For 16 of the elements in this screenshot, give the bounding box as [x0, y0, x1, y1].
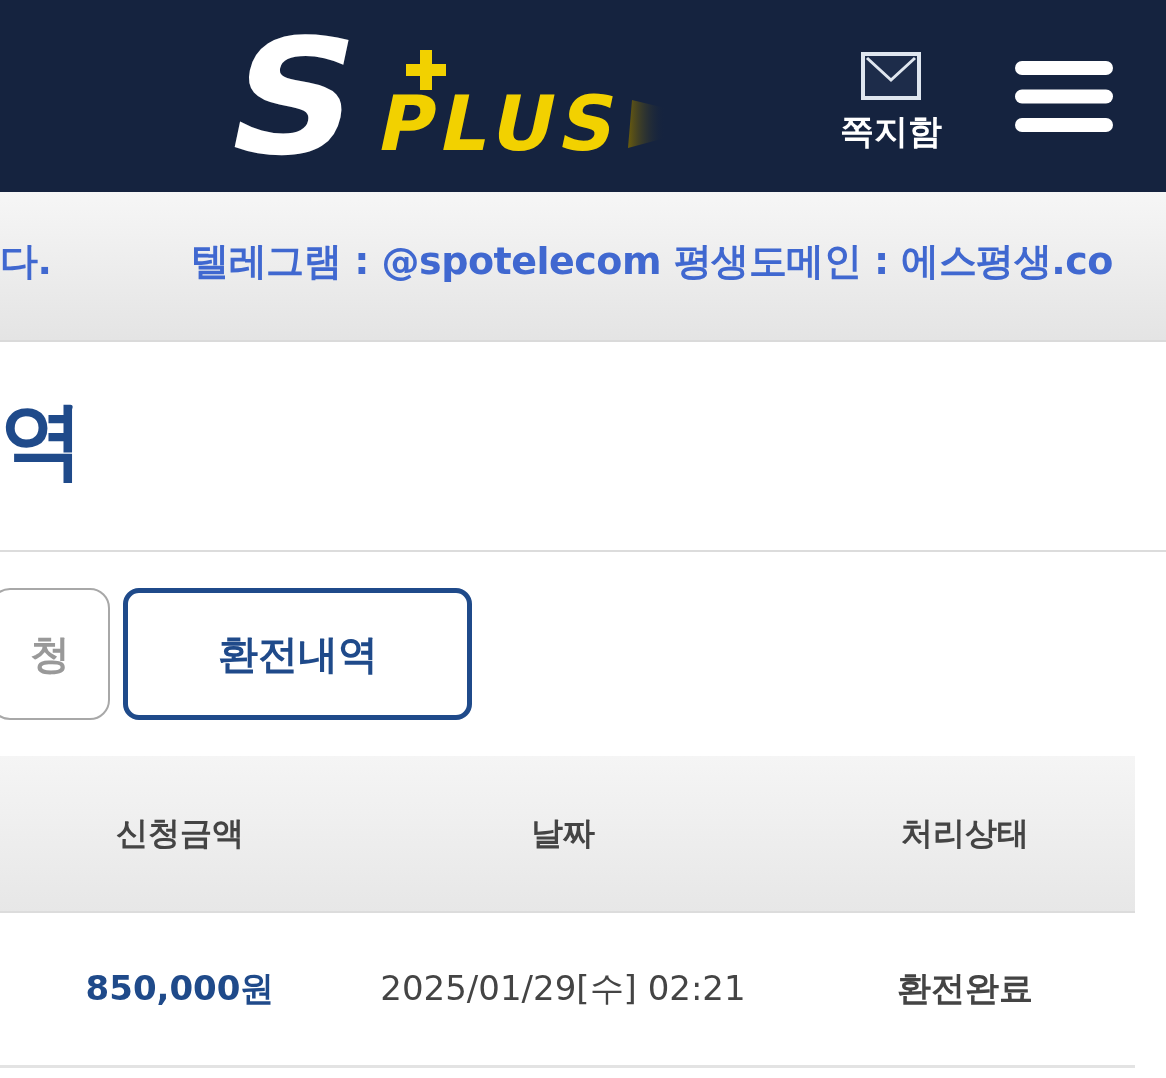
envelope-icon [861, 52, 921, 100]
mailbox-link[interactable]: 쪽지함 [840, 52, 942, 148]
plus-icon [406, 50, 446, 90]
page-title: 역 [0, 398, 84, 482]
column-header: 신청금액 [115, 812, 245, 854]
logo-wordmark: PLUS [370, 79, 626, 168]
notice-text: 다. [0, 241, 52, 283]
menu-icon[interactable] [1015, 60, 1113, 132]
logo-letter: S [211, 4, 367, 191]
column-header: 처리상태 [899, 812, 1030, 854]
status-value: 환전완료 [895, 967, 1034, 1010]
notice-text: 텔레그램 : @spotelecom 평생도메인 : 에스평생.co [191, 241, 1113, 283]
tab[interactable]: 환전내역 [123, 588, 472, 720]
request-date: 2025/01/29[수] 02:21 [379, 967, 747, 1010]
column-header: 날짜 [530, 812, 596, 854]
amount-value: 850,000원 [84, 967, 276, 1010]
